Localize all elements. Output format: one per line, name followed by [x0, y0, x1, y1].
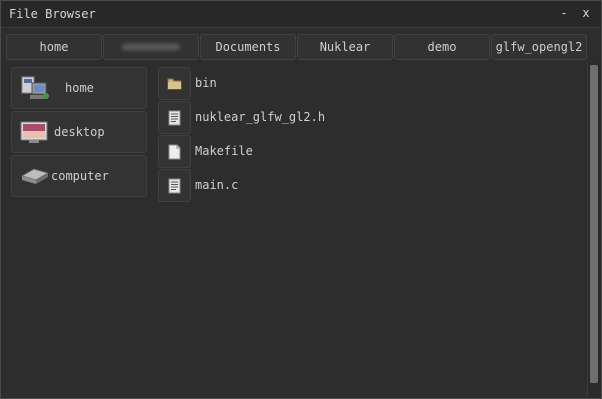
path-crumb-label: Documents [215, 40, 281, 54]
desktop-icon [20, 120, 50, 144]
file-name: Makefile [195, 144, 253, 158]
file-item-main-c[interactable]: main.c [158, 169, 458, 202]
close-button[interactable]: x [579, 6, 593, 20]
sidebar-item-label: home [65, 81, 94, 95]
path-breadcrumb: home Documents Nuklear demo glfw_opengl2 [6, 34, 587, 60]
file-name: nuklear_glfw_gl2.h [195, 110, 326, 124]
file-name: bin [195, 76, 217, 90]
text-file-icon [158, 101, 191, 134]
sidebar-item-home[interactable]: home [11, 67, 147, 109]
path-crumb-home[interactable]: home [6, 34, 102, 60]
path-crumb-demo[interactable]: demo [394, 34, 490, 60]
default-file-icon [158, 135, 191, 168]
path-crumb-glfw-opengl2[interactable]: glfw_opengl2 [491, 34, 587, 60]
obscured-text [122, 44, 180, 50]
file-item-makefile[interactable]: Makefile [158, 135, 458, 168]
hard-drive-icon [20, 164, 50, 188]
path-crumb-label: Nuklear [319, 40, 371, 54]
path-crumb-documents[interactable]: Documents [200, 34, 296, 60]
sidebar-item-label: computer [51, 169, 109, 183]
file-name: main.c [195, 178, 239, 192]
sidebar-item-label: desktop [54, 125, 105, 139]
path-crumb-nuklear[interactable]: Nuklear [297, 34, 393, 60]
file-item-nuklear-glfw-gl2-h[interactable]: nuklear_glfw_gl2.h [158, 101, 458, 134]
sidebar-item-desktop[interactable]: desktop [11, 111, 147, 153]
path-crumb-label: home [39, 40, 69, 54]
folder-icon [158, 67, 191, 100]
text-file-icon [158, 169, 191, 202]
window-title: File Browser [9, 7, 96, 21]
title-bar[interactable]: File Browser - x [1, 1, 601, 28]
path-crumb-label: glfw_opengl2 [495, 40, 583, 54]
sidebar-item-computer[interactable]: computer [11, 155, 147, 197]
path-crumb-user[interactable] [103, 34, 199, 60]
file-item-bin[interactable]: bin [158, 67, 458, 100]
minimize-button[interactable]: - [557, 6, 571, 20]
vertical-scrollbar[interactable] [587, 63, 600, 396]
file-browser-window: File Browser - x home Documents Nuklear … [0, 0, 602, 399]
home-computer-icon [20, 76, 50, 100]
path-crumb-label: demo [427, 40, 457, 54]
scrollbar-thumb[interactable] [590, 65, 598, 383]
